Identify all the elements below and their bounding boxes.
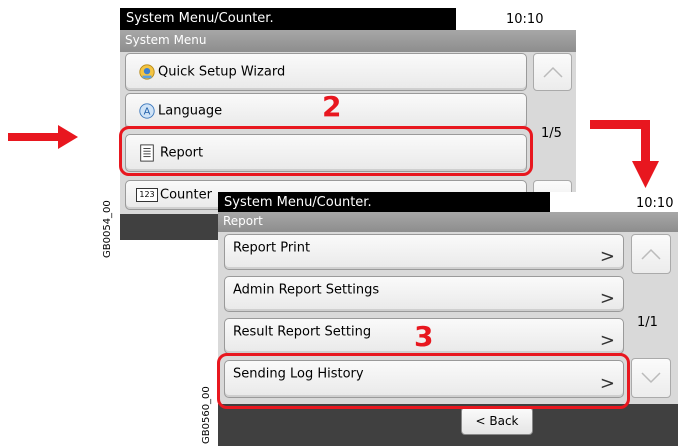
scroll-up-button[interactable] bbox=[533, 53, 572, 91]
highlight-report bbox=[119, 126, 533, 176]
image-code-2: GB0560_00 bbox=[201, 386, 212, 444]
screen-subtitle-bar: System Menu bbox=[120, 30, 576, 52]
down-arrow-icon bbox=[590, 120, 659, 188]
title-bar: System Menu/Counter. bbox=[218, 192, 550, 214]
clock-area: 10:10 bbox=[456, 8, 576, 30]
scroll-up-icon bbox=[641, 248, 661, 260]
svg-text:A: A bbox=[144, 107, 151, 118]
step-number-2: 2 bbox=[322, 90, 342, 123]
scroll-down-button[interactable] bbox=[631, 358, 671, 398]
counter-icon: 123 bbox=[136, 188, 158, 202]
chevron-right-icon: > bbox=[599, 330, 615, 351]
menu-item-label: Report Print bbox=[233, 240, 311, 256]
page-indicator: 1/1 bbox=[637, 315, 658, 330]
wizard-icon bbox=[139, 64, 155, 80]
scroll-down-icon bbox=[641, 372, 661, 384]
chevron-right-icon: > bbox=[599, 288, 615, 309]
menu-item-report-print[interactable]: Report Print > bbox=[224, 234, 624, 270]
menu-item-quick-setup-wizard[interactable]: Quick Setup Wizard bbox=[125, 53, 527, 91]
screen-subtitle: System Menu bbox=[125, 33, 207, 47]
highlight-sending-log-history bbox=[217, 353, 630, 409]
window-title: System Menu/Counter. bbox=[126, 11, 274, 26]
clock: 10:10 bbox=[506, 12, 544, 27]
menu-item-label: Admin Report Settings bbox=[233, 282, 380, 298]
menu-item-label: Result Report Setting bbox=[233, 324, 372, 340]
menu-item-label: Language bbox=[158, 103, 223, 119]
screen-subtitle-bar: Report bbox=[218, 212, 678, 232]
menu-item-admin-report-settings[interactable]: Admin Report Settings > bbox=[224, 276, 624, 312]
step-number-3: 3 bbox=[414, 320, 434, 353]
clock-area: 10:10 bbox=[550, 192, 678, 214]
clock: 10:10 bbox=[636, 196, 674, 211]
menu-item-label: Quick Setup Wizard bbox=[158, 64, 286, 80]
back-button[interactable]: < Back bbox=[461, 407, 533, 435]
image-code-1: GB0054_00 bbox=[102, 200, 113, 258]
right-arrow-icon bbox=[8, 125, 78, 149]
window-title: System Menu/Counter. bbox=[224, 195, 372, 210]
scroll-up-icon bbox=[542, 66, 563, 78]
title-bar: System Menu/Counter. bbox=[120, 8, 456, 30]
screen-subtitle: Report bbox=[223, 214, 263, 228]
chevron-right-icon: > bbox=[599, 246, 615, 267]
language-icon: A bbox=[139, 103, 155, 119]
footer-bar: < Back bbox=[218, 404, 678, 446]
scroll-up-button[interactable] bbox=[631, 234, 671, 274]
page-indicator: 1/5 bbox=[541, 126, 562, 141]
menu-item-label: Counter bbox=[160, 187, 212, 203]
